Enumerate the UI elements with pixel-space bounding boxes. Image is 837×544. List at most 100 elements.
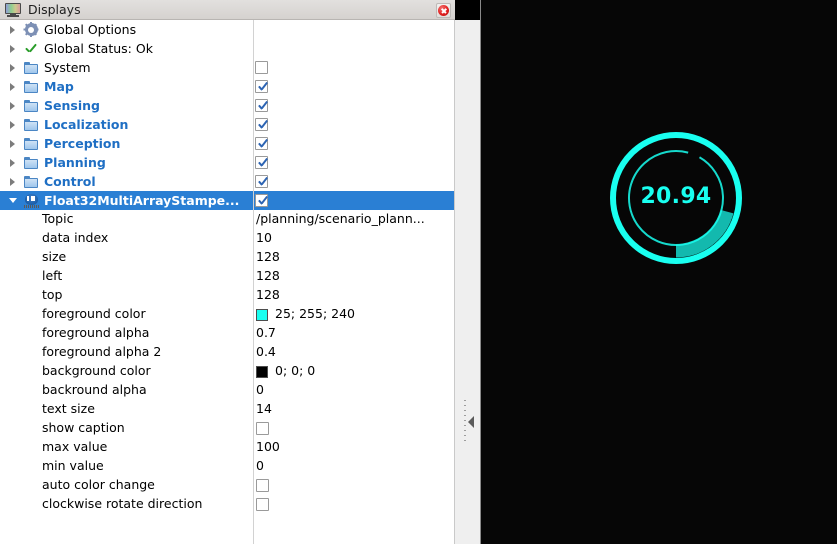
- tree-item-planning[interactable]: Planning: [0, 153, 455, 172]
- splitter-grip[interactable]: [464, 400, 466, 444]
- property-value[interactable]: 128: [256, 268, 280, 283]
- tree-item-visibility-checkbox[interactable]: [255, 115, 268, 134]
- property-row[interactable]: clockwise rotate direction: [0, 495, 455, 514]
- folder-icon: [22, 134, 40, 153]
- tree-item-visibility-checkbox[interactable]: [255, 96, 268, 115]
- property-name: auto color change: [42, 477, 155, 492]
- property-value[interactable]: 0; 0; 0: [275, 363, 315, 378]
- chevron-right-icon[interactable]: [7, 20, 18, 39]
- tree-item-control[interactable]: Control: [0, 172, 455, 191]
- tree-item-label: Global Status: Ok: [44, 41, 153, 56]
- property-name: left: [42, 268, 62, 283]
- tree-item-float32multiarraystamped[interactable]: Float32MultiArrayStampe...: [0, 191, 455, 210]
- render-viewport[interactable]: 20.94: [481, 0, 837, 544]
- property-value[interactable]: 0: [256, 458, 264, 473]
- property-checkbox[interactable]: [256, 479, 269, 492]
- tree-item-visibility-checkbox[interactable]: [255, 58, 268, 77]
- property-value[interactable]: 14: [256, 401, 272, 416]
- circle-gauge: [481, 0, 837, 544]
- gear-icon: [22, 20, 40, 39]
- property-name: foreground alpha 2: [42, 344, 161, 359]
- property-row[interactable]: size 128: [0, 248, 455, 267]
- tree-item-label: System: [44, 60, 91, 75]
- tree-rows-container: Global Options Global Status: Ok System Map…: [0, 20, 455, 210]
- plugin-icon: [22, 191, 40, 210]
- chevron-down-icon[interactable]: [7, 191, 18, 210]
- property-value[interactable]: 0.4: [256, 344, 276, 359]
- property-name: show caption: [42, 420, 125, 435]
- property-value[interactable]: 25; 255; 240: [275, 306, 355, 321]
- panel-title: Displays: [28, 2, 81, 17]
- property-row[interactable]: backround alpha 0: [0, 381, 455, 400]
- chevron-right-icon[interactable]: [7, 172, 18, 191]
- property-value[interactable]: 10: [256, 230, 272, 245]
- tree-item-visibility-checkbox[interactable]: [255, 153, 268, 172]
- tree-item-label: Map: [44, 79, 74, 94]
- panel-splitter[interactable]: [459, 0, 479, 544]
- tree-item-label: Float32MultiArrayStampe...: [44, 193, 239, 208]
- tree-item-label: Sensing: [44, 98, 100, 113]
- folder-icon: [22, 115, 40, 134]
- property-row[interactable]: min value0: [0, 457, 455, 476]
- tree-item-sensing[interactable]: Sensing: [0, 96, 455, 115]
- panel-titlebar[interactable]: Displays: [0, 0, 455, 20]
- close-panel-button[interactable]: [436, 3, 451, 18]
- property-value[interactable]: 100: [256, 439, 280, 454]
- tree-item-map[interactable]: Map: [0, 77, 455, 96]
- property-row[interactable]: foreground alpha0.7: [0, 324, 455, 343]
- folder-icon: [22, 58, 40, 77]
- property-row[interactable]: data index10: [0, 229, 455, 248]
- chevron-right-icon[interactable]: [7, 77, 18, 96]
- tree-item-visibility-checkbox[interactable]: [255, 77, 268, 96]
- chevron-right-icon[interactable]: [7, 115, 18, 134]
- folder-icon: [22, 153, 40, 172]
- tree-item-label: Control: [44, 174, 96, 189]
- property-row[interactable]: max value 100: [0, 438, 455, 457]
- displays-tree[interactable]: Global Options Global Status: Ok System Map…: [0, 20, 455, 544]
- property-checkbox[interactable]: [256, 422, 269, 435]
- property-name: backround alpha: [42, 382, 147, 397]
- property-name: clockwise rotate direction: [42, 496, 202, 511]
- property-row[interactable]: top 128: [0, 286, 455, 305]
- property-row[interactable]: foreground color25; 255; 240: [0, 305, 455, 324]
- property-value[interactable]: 0.7: [256, 325, 276, 340]
- chevron-right-icon[interactable]: [7, 39, 18, 58]
- property-name: max value: [42, 439, 107, 454]
- property-row[interactable]: left 128: [0, 267, 455, 286]
- property-row[interactable]: auto color change: [0, 476, 455, 495]
- property-value[interactable]: 0: [256, 382, 264, 397]
- property-color-swatch[interactable]: [256, 309, 268, 321]
- property-name: top: [42, 287, 62, 302]
- tree-item-system[interactable]: System: [0, 58, 455, 77]
- property-row[interactable]: text size 14: [0, 400, 455, 419]
- property-value[interactable]: 128: [256, 249, 280, 264]
- property-row[interactable]: show caption: [0, 419, 455, 438]
- property-name: text size: [42, 401, 95, 416]
- chevron-right-icon[interactable]: [7, 153, 18, 172]
- property-checkbox[interactable]: [256, 498, 269, 511]
- property-name: Topic: [42, 211, 73, 226]
- tree-item-global-options[interactable]: Global Options: [0, 20, 455, 39]
- property-row[interactable]: foreground alpha 2 0.4: [0, 343, 455, 362]
- tree-item-global-status[interactable]: Global Status: Ok: [0, 39, 455, 58]
- property-row[interactable]: background color0; 0; 0: [0, 362, 455, 381]
- tree-item-label: Planning: [44, 155, 106, 170]
- property-value[interactable]: /planning/scenario_plann...: [256, 211, 425, 226]
- app-root: Displays Global Options Global Status: Ok…: [0, 0, 837, 544]
- collapse-left-arrow-icon[interactable]: [468, 416, 474, 428]
- tree-item-perception[interactable]: Perception: [0, 134, 455, 153]
- property-row[interactable]: Topic/planning/scenario_plann...: [0, 210, 455, 229]
- tree-item-localization[interactable]: Localization: [0, 115, 455, 134]
- chevron-right-icon[interactable]: [7, 96, 18, 115]
- tree-item-visibility-checkbox[interactable]: [255, 172, 268, 191]
- property-value[interactable]: 128: [256, 287, 280, 302]
- gauge-value-text: 20.94: [628, 184, 724, 209]
- property-color-swatch[interactable]: [256, 366, 268, 378]
- chevron-right-icon[interactable]: [7, 58, 18, 77]
- tree-item-visibility-checkbox[interactable]: [255, 134, 268, 153]
- column-divider[interactable]: [253, 20, 254, 544]
- chevron-right-icon[interactable]: [7, 134, 18, 153]
- tree-item-visibility-checkbox[interactable]: [255, 191, 268, 210]
- displays-panel: Displays Global Options Global Status: Ok…: [0, 0, 455, 544]
- property-name: size: [42, 249, 66, 264]
